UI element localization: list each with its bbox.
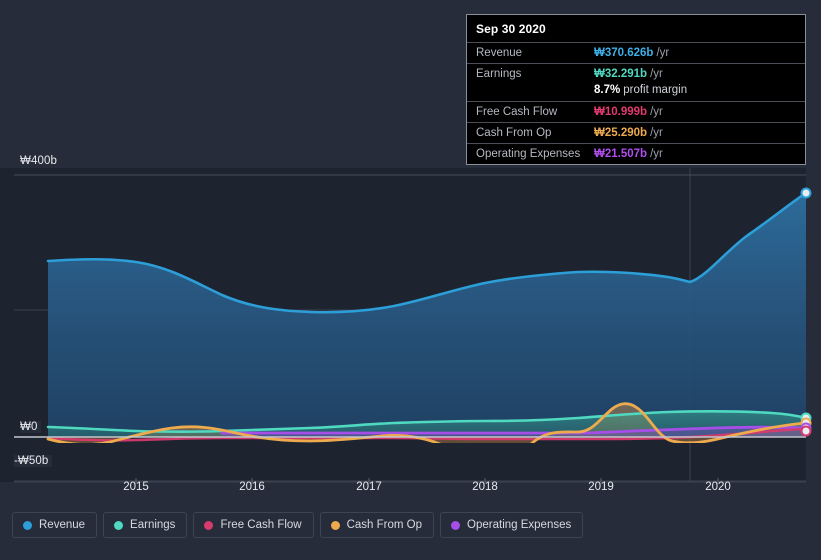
tooltip-label-cash-from-op: Cash From Op	[476, 127, 594, 139]
legend-item-revenue[interactable]: Revenue	[12, 512, 97, 538]
legend-item-earnings[interactable]: Earnings	[103, 512, 187, 538]
tooltip-unit-earnings: /yr	[650, 68, 663, 80]
tooltip-label-free-cash-flow: Free Cash Flow	[476, 106, 594, 118]
tooltip-label-revenue: Revenue	[476, 47, 594, 59]
tooltip-value-cash-from-op: ₩25.290b	[594, 127, 647, 139]
tooltip-row-earnings: Earnings ₩32.291b /yr	[467, 63, 805, 84]
tooltip-label-earnings: Earnings	[476, 68, 594, 80]
y-axis-label-400b: ₩400b	[20, 155, 61, 167]
legend-item-operating-expenses[interactable]: Operating Expenses	[440, 512, 583, 538]
tooltip-unit-free-cash-flow: /yr	[650, 106, 663, 118]
x-axis-label-2017: 2017	[356, 481, 382, 493]
data-tooltip: Sep 30 2020 Revenue ₩370.626b /yr Earnin…	[466, 14, 806, 165]
legend-swatch-earnings-icon	[114, 521, 123, 530]
endpoint-marker-free-cash-flow	[802, 427, 811, 436]
y-axis-label-0: ₩0	[20, 421, 41, 433]
tooltip-label-profit-margin: profit margin	[623, 84, 687, 96]
tooltip-value-profit-margin: 8.7%	[594, 84, 620, 96]
legend-item-cash-from-op[interactable]: Cash From Op	[320, 512, 434, 538]
tooltip-row-profit-margin: 8.7% profit margin	[467, 84, 805, 101]
financial-chart: ₩400b ₩0 -₩50b 2015 2016 2017 2018 2019 …	[0, 0, 821, 560]
y-axis-label-neg50b: -₩50b	[14, 455, 52, 467]
tooltip-unit-operating-expenses: /yr	[650, 148, 663, 160]
tooltip-row-operating-expenses: Operating Expenses ₩21.507b /yr	[467, 143, 805, 164]
legend-item-free-cash-flow[interactable]: Free Cash Flow	[193, 512, 313, 538]
x-axis-label-2020: 2020	[705, 481, 731, 493]
x-axis-label-2015: 2015	[123, 481, 149, 493]
tooltip-value-revenue: ₩370.626b	[594, 47, 653, 59]
tooltip-title: Sep 30 2020	[467, 15, 805, 42]
tooltip-unit-cash-from-op: /yr	[650, 127, 663, 139]
legend-swatch-free-cash-flow-icon	[204, 521, 213, 530]
legend-label-operating-expenses: Operating Expenses	[467, 519, 571, 531]
chart-legend: Revenue Earnings Free Cash Flow Cash Fro…	[12, 512, 583, 538]
tooltip-label-operating-expenses: Operating Expenses	[476, 148, 594, 160]
tooltip-row-free-cash-flow: Free Cash Flow ₩10.999b /yr	[467, 101, 805, 122]
legend-label-earnings: Earnings	[130, 519, 175, 531]
endpoint-marker-revenue	[802, 189, 811, 198]
legend-swatch-operating-expenses-icon	[451, 521, 460, 530]
tooltip-value-earnings: ₩32.291b	[594, 68, 647, 80]
tooltip-row-cash-from-op: Cash From Op ₩25.290b /yr	[467, 122, 805, 143]
x-axis-label-2016: 2016	[239, 481, 265, 493]
tooltip-value-operating-expenses: ₩21.507b	[594, 148, 647, 160]
legend-label-free-cash-flow: Free Cash Flow	[220, 519, 301, 531]
legend-swatch-cash-from-op-icon	[331, 521, 340, 530]
x-axis-label-2019: 2019	[588, 481, 614, 493]
legend-label-cash-from-op: Cash From Op	[347, 519, 422, 531]
tooltip-value-free-cash-flow: ₩10.999b	[594, 106, 647, 118]
legend-label-revenue: Revenue	[39, 519, 85, 531]
x-axis-label-2018: 2018	[472, 481, 498, 493]
legend-swatch-revenue-icon	[23, 521, 32, 530]
tooltip-unit-revenue: /yr	[656, 47, 669, 59]
tooltip-row-revenue: Revenue ₩370.626b /yr	[467, 42, 805, 63]
